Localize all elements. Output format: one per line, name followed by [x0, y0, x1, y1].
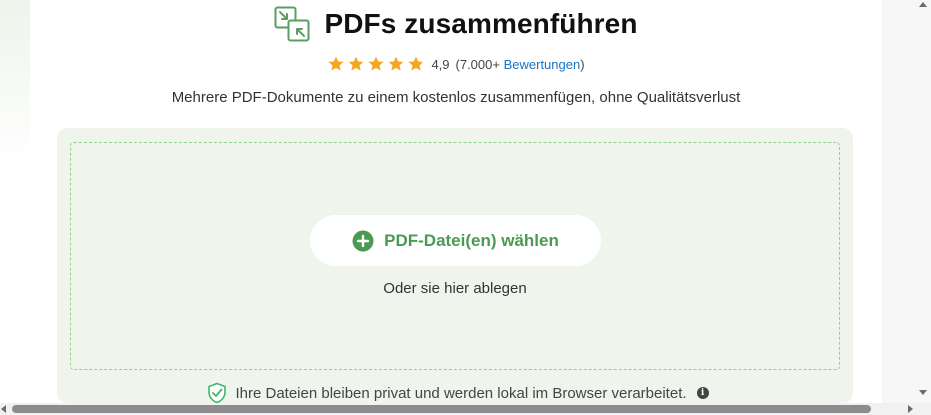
rating-score: 4,9 — [431, 56, 450, 72]
star-icon — [328, 56, 344, 71]
title-row: PDFs zusammenführen — [30, 6, 882, 42]
page-background — [0, 0, 30, 415]
star-icon — [408, 56, 424, 71]
star-icon — [348, 56, 364, 71]
page-subtitle: Mehrere PDF-Dokumente zu einem kostenlos… — [171, 89, 741, 106]
page-title: PDFs zusammenführen — [324, 8, 638, 39]
horizontal-scrollbar[interactable] — [0, 403, 931, 415]
star-icon — [368, 56, 384, 71]
star-icon — [388, 56, 404, 71]
privacy-text: Ihre Dateien bleiben privat und werden l… — [235, 384, 687, 402]
drop-hint: Oder sie hier ablegen — [383, 280, 527, 297]
upload-panel: PDF-Datei(en) wählen Oder sie hier ableg… — [57, 128, 853, 404]
choose-pdf-label: PDF-Datei(en) wählen — [384, 230, 559, 250]
shield-check-icon — [208, 382, 227, 404]
choose-pdf-button[interactable]: PDF-Datei(en) wählen — [310, 215, 601, 266]
file-drop-zone[interactable]: PDF-Datei(en) wählen Oder sie hier ableg… — [70, 142, 840, 370]
scroll-up-arrow-icon[interactable] — [919, 2, 927, 7]
privacy-notice: Ihre Dateien bleiben privat und werden l… — [57, 382, 853, 404]
scroll-right-arrow-icon[interactable] — [908, 405, 913, 413]
plus-circle-icon — [352, 230, 374, 251]
tool-card: PDFs zusammenführen 4,9 (7.000+ Bewertun… — [30, 0, 882, 404]
merge-pdf-icon — [274, 6, 310, 42]
vertical-scrollbar[interactable] — [915, 0, 931, 403]
scroll-left-arrow-icon[interactable] — [1, 405, 6, 413]
reviews-link[interactable]: Bewertungen — [504, 57, 581, 72]
star-rating — [327, 55, 425, 73]
info-icon[interactable]: i — [696, 387, 709, 399]
scroll-down-arrow-icon[interactable] — [919, 390, 927, 395]
horizontal-scroll-thumb[interactable] — [12, 405, 871, 413]
rating-row: 4,9 (7.000+ Bewertungen) — [30, 55, 882, 73]
rating-count: (7.000+ Bewertungen) — [455, 56, 585, 72]
